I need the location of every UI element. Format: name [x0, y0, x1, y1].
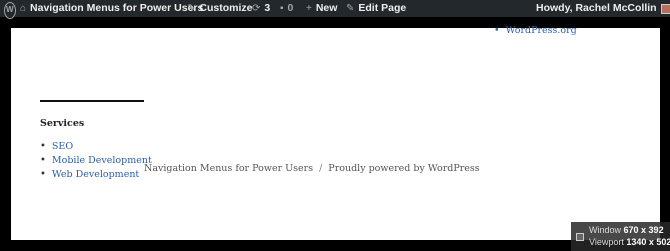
window-label: Window [589, 225, 622, 235]
widget-divider [40, 100, 144, 102]
wordpress-org-link[interactable]: WordPress.org [506, 25, 577, 36]
window-size-overlay: Window 670 x 392 Viewport 1340 x 502 [571, 222, 670, 251]
window-icon [576, 233, 584, 241]
wordpress-org-link-item: • WordPress.org [494, 25, 577, 36]
comment-icon: ▪ [280, 3, 284, 14]
updates-count: 3 [264, 2, 271, 14]
menu-item-seo[interactable]: SEO [40, 140, 152, 154]
admin-bar-edit-page[interactable]: ✎ Edit Page [346, 0, 406, 17]
admin-bar-customize[interactable]: ✎ Customize [187, 0, 252, 17]
admin-bar-updates[interactable]: ⟳ 3 [252, 0, 270, 17]
admin-bar: ⌂ Navigation Menus for Power Users ✎ Cus… [0, 0, 670, 19]
viewport-value: 1340 x 502 [626, 237, 670, 247]
pencil-icon: ✎ [346, 3, 355, 14]
menu-item-mobile-development[interactable]: Mobile Development [40, 154, 152, 168]
window-size-row: Window 670 x 392 [589, 224, 664, 236]
menu-item-web-development[interactable]: Web Development [40, 168, 152, 182]
home-icon: ⌂ [20, 3, 27, 14]
brush-icon: ✎ [187, 3, 196, 14]
howdy-label: Howdy, Rachel McCollin [536, 2, 657, 14]
customize-label: Customize [199, 2, 253, 14]
edit-page-label: Edit Page [358, 2, 407, 14]
wordpress-logo-icon[interactable] [4, 1, 16, 19]
site-name-label: Navigation Menus for Power Users [30, 2, 204, 14]
window-value: 670 x 392 [623, 225, 664, 235]
admin-bar-account[interactable]: Howdy, Rachel McCollin [536, 0, 670, 17]
updates-icon: ⟳ [252, 3, 261, 14]
footer-powered-link[interactable]: Proudly powered by WordPress [328, 163, 479, 174]
new-label: New [315, 2, 338, 14]
viewport-label: Viewport [589, 237, 624, 247]
admin-bar-comments[interactable]: ▪ 0 [280, 0, 293, 17]
plus-icon: + [306, 3, 312, 14]
admin-bar-site-name[interactable]: ⌂ Navigation Menus for Power Users [20, 0, 203, 17]
comments-count: 0 [287, 2, 294, 14]
widget-title: Services [40, 118, 85, 129]
site-footer: Navigation Menus for Power Users / Proudly… [144, 163, 480, 174]
page-content: • WordPress.org Services SEO Mobile Devel… [11, 25, 660, 240]
footer-separator: / [319, 163, 323, 174]
footer-site-link[interactable]: Navigation Menus for Power Users [144, 163, 313, 174]
viewport-size-row: Viewport 1340 x 502 [589, 236, 670, 248]
admin-bar-new[interactable]: + New [306, 0, 337, 17]
avatar [660, 3, 670, 14]
services-menu: SEO Mobile Development Web Development [40, 140, 152, 182]
bullet: • [494, 25, 500, 36]
